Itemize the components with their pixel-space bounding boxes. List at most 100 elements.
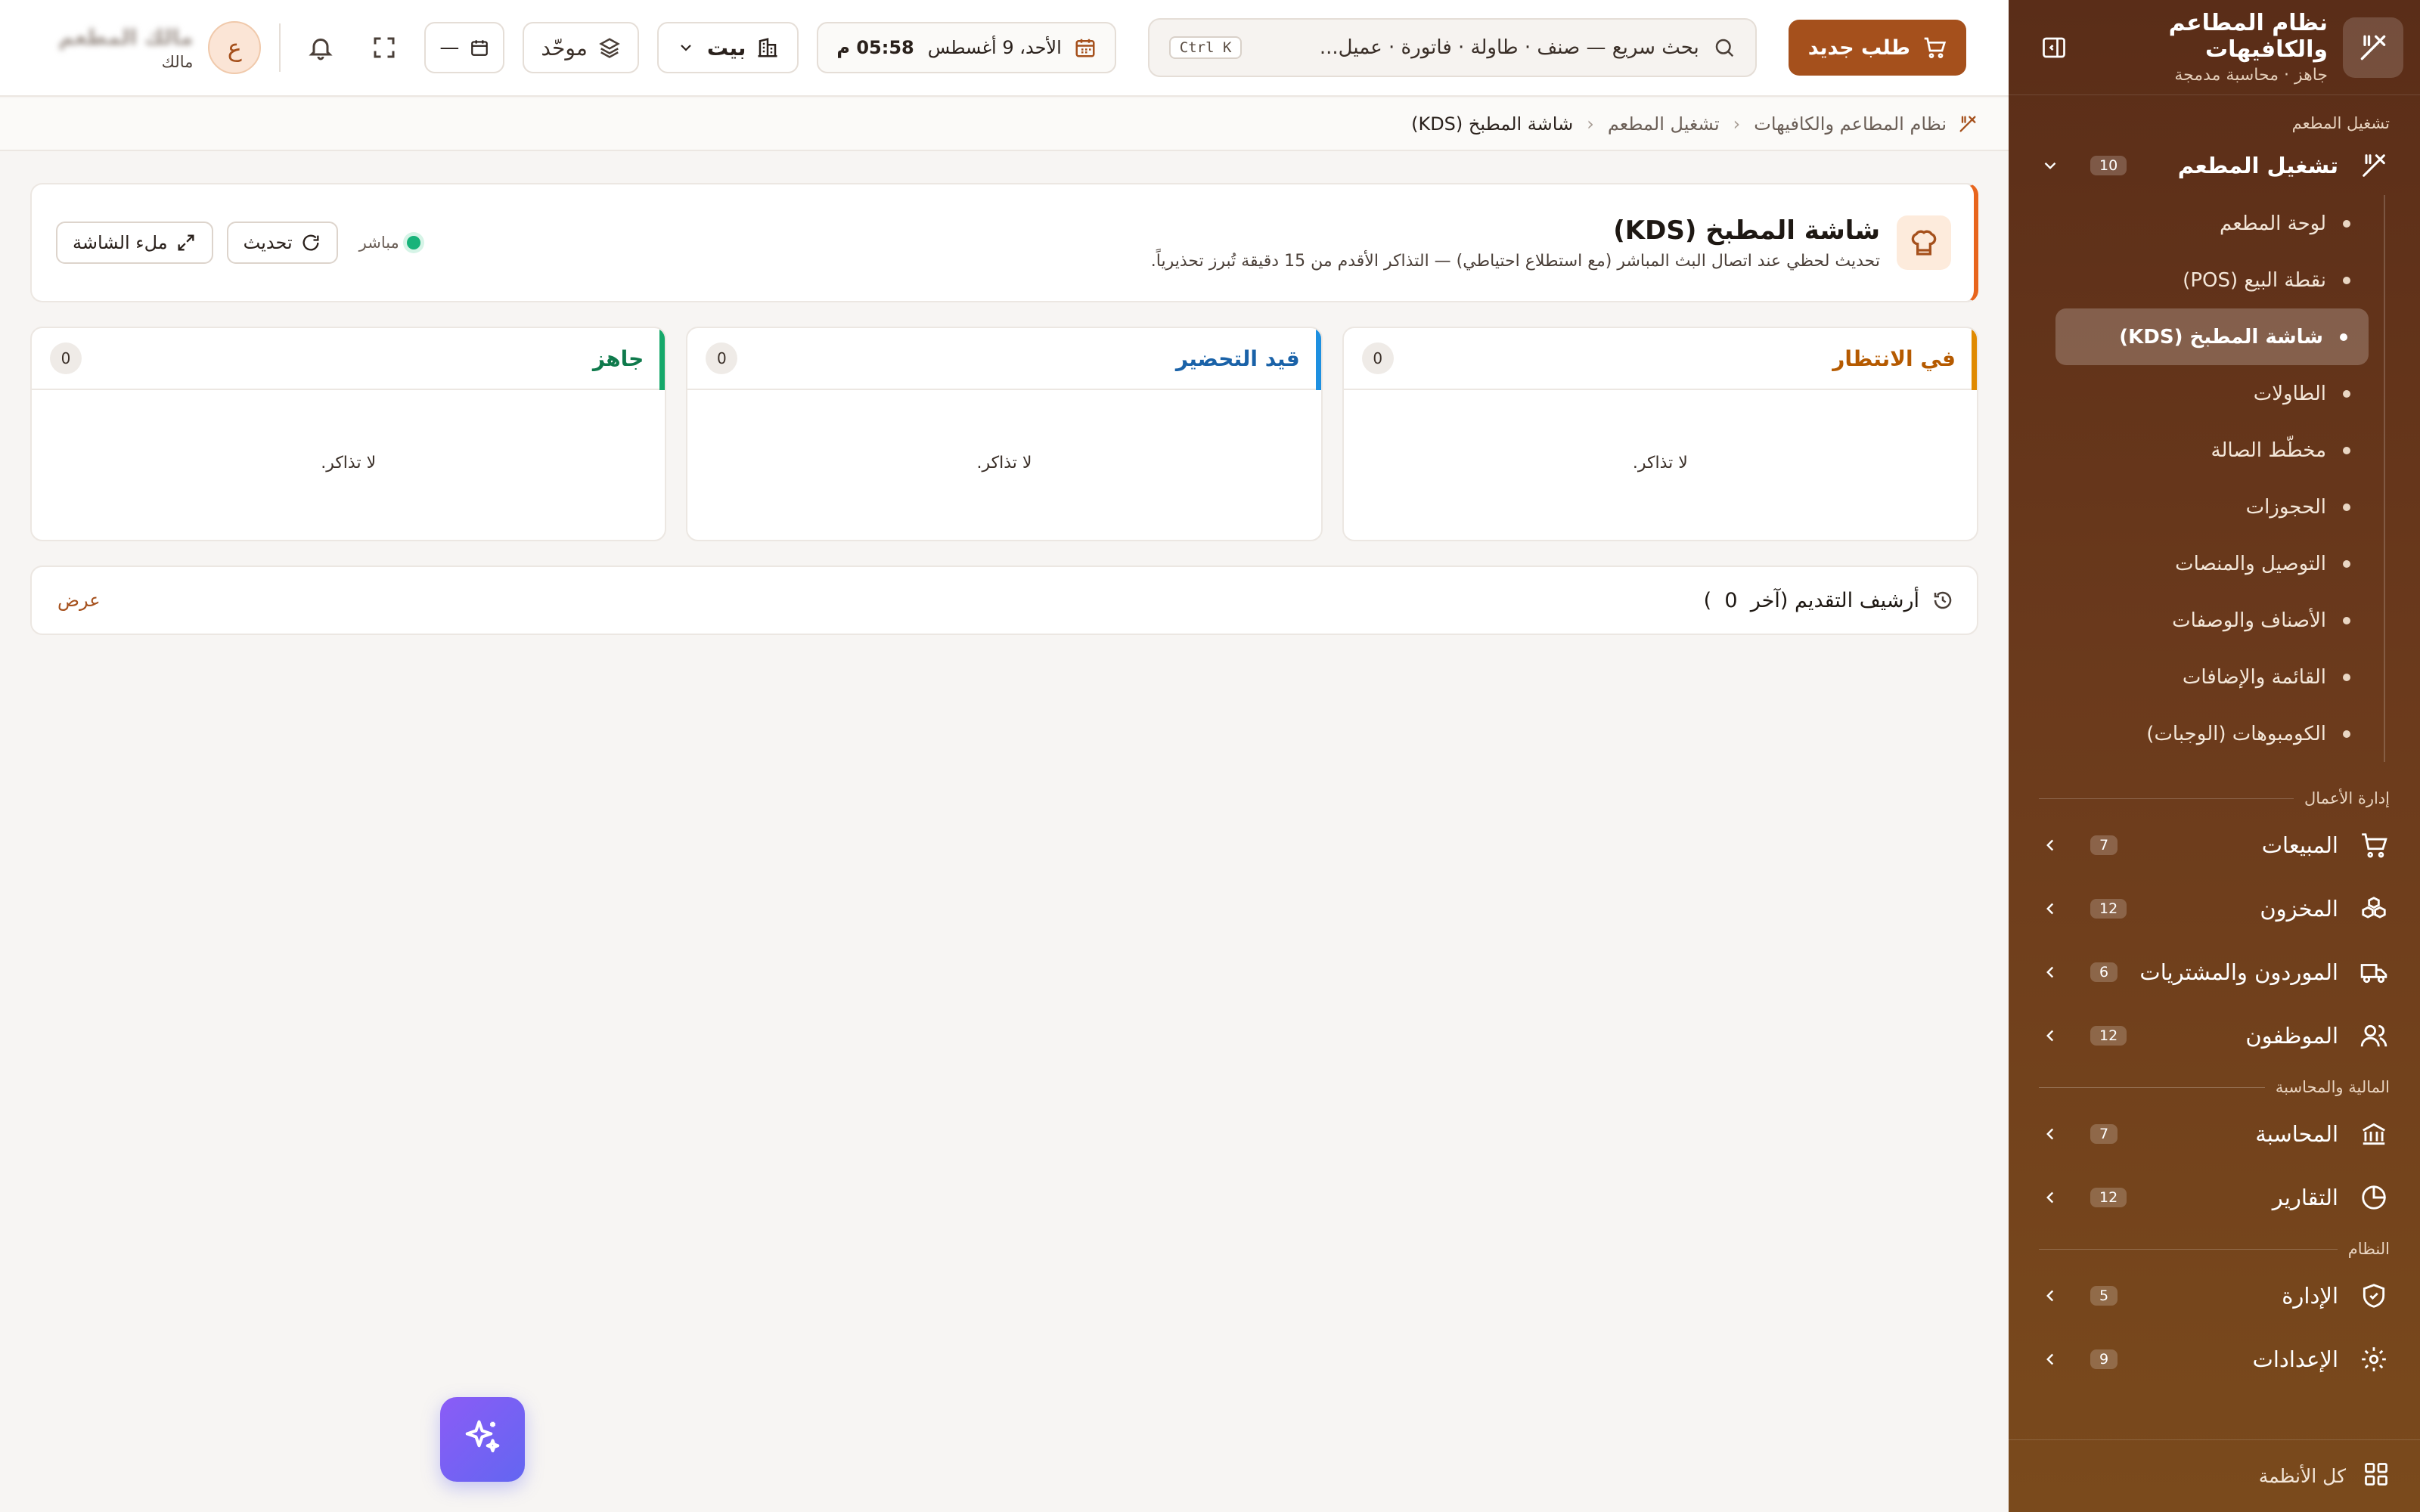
breadcrumb-current: شاشة المطبخ (KDS) [1411,113,1574,135]
section-divider [2039,1248,2338,1250]
sidebar-item-menu-addons[interactable]: القائمة والإضافات [2059,649,2372,705]
sidebar-item-label: الطاولات [2253,382,2326,405]
section-header-business: إدارة الأعمال [2009,783,2420,813]
sidebar-group-reports[interactable]: التقارير 12 [2009,1166,2420,1229]
sidebar-group-suppliers[interactable]: الموردون والمشتريات 6 [2009,940,2420,1004]
section-divider [2039,1086,2265,1088]
fullscreen-button[interactable]: ملء الشاشة [56,222,213,264]
sidebar-group-inventory[interactable]: المخزون 12 [2009,877,2420,940]
chevron-left-icon [2039,1186,2062,1209]
branch-label: بيت [706,35,746,60]
column-ready: جاهز 0 لا تذاكر. [30,327,667,541]
sidebar-item-pos[interactable]: نقطة البيع (POS) [2059,252,2372,308]
user-menu[interactable]: مالك المطعم مالك [58,25,193,71]
page-description: تحديث لحظي عند اتصال البث المباشر (مع اس… [1150,251,1880,271]
new-order-button[interactable]: طلب جديد [1788,20,1966,76]
column-accent-bar [659,328,666,390]
breadcrumb: نظام المطاعم والكافيهات ‹ تشغيل المطعم ‹… [0,98,2009,151]
sidebar-item-label: القائمة والإضافات [2182,665,2326,689]
bell-icon[interactable] [297,24,344,71]
bullet [2343,219,2350,228]
refresh-label: تحديث [243,232,293,253]
chevron-left-icon [2039,834,2062,857]
chevron-down-icon [2039,154,2062,177]
section-title-ops: تشغيل المطعم [2291,114,2390,132]
sidebar-item-combos[interactable]: الكومبوهات (الوجبات) [2059,705,2372,762]
live-label: مباشر [358,234,399,252]
served-archive[interactable]: أرشيف التقديم (آخر 0 ) عرض [30,565,1978,635]
sidebar-item-label: الكومبوهات (الوجبات) [2146,722,2326,745]
mode-selector[interactable]: موحّد [523,22,639,73]
sidebar-group-label: الموظفون [2245,1023,2338,1049]
column-count: 0 [50,342,82,374]
branch-selector[interactable]: بيت [656,22,799,73]
sidebar-group-settings[interactable]: الإعدادات 9 [2009,1328,2420,1391]
sidebar-group-employees[interactable]: الموظفون 12 [2009,1004,2420,1067]
section-title-business: إدارة الأعمال [2304,789,2390,807]
layers-icon [598,36,621,59]
sidebar-group-admin[interactable]: الإدارة 5 [2009,1264,2420,1328]
users-icon [2356,1018,2391,1053]
period-selector[interactable]: — [424,22,505,73]
bullet [2343,389,2350,398]
sidebar-group-count: 7 [2090,1124,2118,1144]
utensils-icon [1957,113,1978,135]
submenu-rail [2384,195,2385,762]
page-header-text: شاشة المطبخ (KDS) تحديث لحظي عند اتصال ا… [420,215,1880,271]
search-icon [1713,36,1736,59]
sidebar-item-items-recipes[interactable]: الأصناف والوصفات [2059,592,2372,649]
search-input[interactable]: بحث سريع — صنف · طاولة · فاتورة · عميل..… [1147,18,1757,77]
main-content: شاشة المطبخ (KDS) تحديث لحظي عند اتصال ا… [0,151,2009,1512]
sidebar-item-tables[interactable]: الطاولات [2059,365,2372,422]
sidebar-group-sales[interactable]: المبيعات 7 [2009,813,2420,877]
expand-icon [175,232,197,253]
chevron-left-icon [2039,897,2062,920]
sidebar-group-label: التقارير [2272,1185,2338,1210]
bullet [2343,446,2350,454]
archive-view-link[interactable]: عرض [57,590,101,611]
sidebar-item-kds[interactable]: شاشة المطبخ (KDS) [2055,308,2369,365]
sidebar-group-accounting[interactable]: المحاسبة 7 [2009,1102,2420,1166]
breadcrumb-root[interactable]: نظام المطاعم والكافيهات [1754,113,1947,135]
sidebar-group-label: المحاسبة [2255,1121,2338,1147]
kds-columns: في الانتظار 0 لا تذاكر. قيد التحضير 0 لا… [30,327,1978,541]
column-header: جاهز 0 [32,328,666,390]
sidebar-item-dashboard[interactable]: لوحة المطعم [2059,195,2372,252]
column-title: جاهز [592,345,644,371]
truck-icon [2356,955,2391,990]
ai-assistant-button[interactable] [440,1397,525,1482]
section-divider [2039,798,2294,799]
chevron-left-icon [2039,1284,2062,1307]
live-dot [406,236,420,249]
sidebar-item-label: التوصيل والمنصات [2175,552,2326,575]
all-systems-link[interactable]: كل الأنظمة [2009,1439,2420,1512]
avatar[interactable]: ع [208,21,262,74]
bank-icon [2356,1117,2391,1151]
sidebar-group-label: الإدارة [2282,1283,2338,1309]
section-title-system: النظام [2347,1240,2390,1258]
bullet [2343,730,2350,738]
search-shortcut: Ctrl K [1168,36,1243,59]
sparkles-icon [462,1417,503,1462]
column-accent-bar [1972,328,1977,390]
breadcrumb-section[interactable]: تشغيل المطعم [1608,113,1720,135]
refresh-button[interactable]: تحديث [226,222,338,264]
chevron-left-icon [2039,1348,2062,1371]
column-pending: في الانتظار 0 لا تذاكر. [1342,327,1978,541]
sidebar-group-label: الإعدادات [2252,1346,2338,1372]
shield-icon [2356,1278,2391,1313]
archive-title: أرشيف التقديم (آخر 0 ) [101,589,1919,612]
column-count: 0 [1361,342,1394,374]
sidebar-item-delivery[interactable]: التوصيل والمنصات [2059,535,2372,592]
sidebar-item-floor-plan[interactable]: مخطّط الصالة [2059,422,2372,479]
sidebar-header: نظام المطاعم والكافيهات جاهز · محاسبة مد… [2009,0,2420,95]
collapse-sidebar-icon[interactable] [2036,29,2072,66]
utensils-logo-icon [2343,17,2403,78]
fullscreen-icon[interactable] [361,24,408,71]
cart-icon [1922,36,1947,60]
sidebar-group-ops[interactable]: تشغيل المطعم 10 [2009,136,2420,195]
sidebar-item-reservations[interactable]: الحجوزات [2059,479,2372,535]
period-value: — [439,36,460,59]
topbar: طلب جديد بحث سريع — صنف · طاولة · فاتورة… [0,0,2009,97]
column-empty-state: لا تذاكر. [1632,454,1688,472]
